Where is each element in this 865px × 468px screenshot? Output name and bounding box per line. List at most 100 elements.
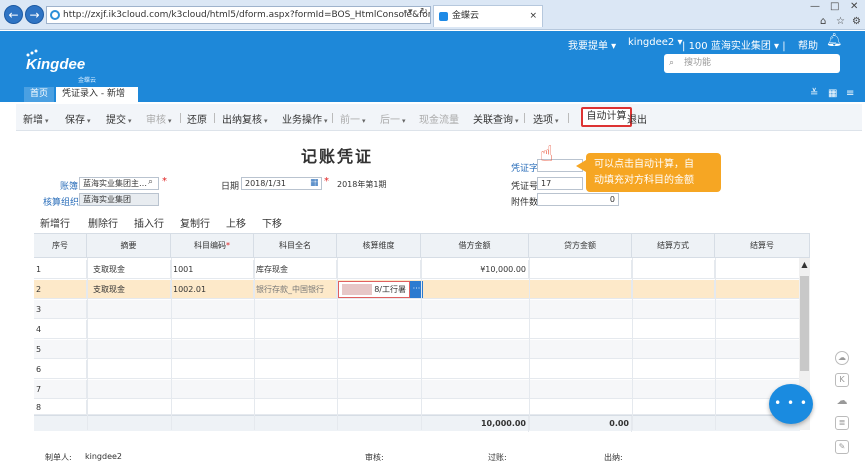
tab-voucher-entry-label: 凭证录入 - 新增 (62, 89, 125, 99)
voucher-no-field[interactable]: 17 (537, 177, 583, 190)
tab-close-icon[interactable]: × (529, 6, 537, 26)
callout-line: 动填充对方科目的金额 (594, 175, 694, 186)
close-window-icon[interactable]: ✕ (850, 1, 858, 12)
settings-icon[interactable]: ⚙ (852, 16, 861, 27)
toolbar-divider (524, 113, 525, 123)
column-header[interactable]: 结算方式 (632, 234, 715, 258)
delete-row-button[interactable]: 删除行 (88, 215, 118, 230)
function-search-input[interactable]: ⌕ 搜功能 (664, 54, 840, 73)
org-menu[interactable]: | 100 蓝海实业集团 ▾ | (682, 37, 786, 52)
cash-flow-button[interactable]: 现金流量 (419, 111, 459, 126)
kingdee-favicon-icon (439, 12, 448, 21)
link-query-button[interactable]: 关联查询 ▾ (473, 111, 519, 126)
tab-voucher-entry[interactable]: 凭证录入 - 新增× (56, 87, 138, 114)
edit-note-icon[interactable]: ✎ (835, 440, 849, 454)
submit-button[interactable]: 提交 ▾ (106, 111, 132, 126)
address-bar[interactable]: http://zxjf.ik3cloud.com/k3cloud/html5/d… (46, 6, 431, 24)
toolbar-divider (332, 113, 333, 123)
home-icon[interactable]: ⌂ (820, 16, 826, 27)
column-header[interactable]: 科目编码* (171, 234, 254, 258)
business-ops-button[interactable]: 业务操作 ▾ (282, 111, 328, 126)
tooltip-callout: 可以点击自动计算，自 动填充对方科目的金额 (586, 153, 721, 192)
column-header[interactable]: 结算号 (715, 234, 810, 258)
required-mark: * (162, 176, 167, 187)
cloud-service-icon[interactable]: ☁ (835, 351, 849, 365)
cashier-label: 出纳: (604, 453, 623, 462)
column-header[interactable]: 序号 (34, 234, 87, 258)
browser-toolbar: ← → http://zxjf.ik3cloud.com/k3cloud/htm… (0, 0, 865, 30)
cashier-review-button[interactable]: 出纳复核 ▾ (222, 111, 268, 126)
database-icon[interactable]: ≣ (835, 416, 849, 430)
search-dropdown-icon[interactable]: ⌕▾ (403, 7, 413, 17)
issue-link[interactable]: 我要提单 ▾ (568, 37, 616, 52)
attach-label: 附件数 (511, 198, 539, 208)
scrollbar-thumb[interactable] (800, 276, 809, 371)
attach-count-field[interactable]: 0 (537, 193, 619, 206)
auto-calculate-button[interactable]: 自动计算 (581, 107, 632, 127)
callout-line: 可以点击自动计算，自 (594, 159, 694, 170)
cloud-icon[interactable]: ☁ (835, 395, 849, 409)
user-menu[interactable]: kingdee2 ▾ (628, 37, 682, 48)
maximize-icon[interactable]: □ (830, 1, 839, 12)
logo-text: Kingdee (26, 56, 86, 73)
scroll-up-icon[interactable]: ▲ (799, 260, 810, 269)
audit-button[interactable]: 审核 ▾ (146, 111, 172, 126)
grid-lines (87, 258, 716, 430)
help-link[interactable]: 帮助 (798, 37, 818, 52)
next-button[interactable]: 后一 ▾ (380, 111, 406, 126)
browser-tab[interactable]: 金蝶云 × (433, 5, 543, 27)
page: ← → http://zxjf.ik3cloud.com/k3cloud/htm… (0, 0, 865, 468)
prev-button[interactable]: 前一 ▾ (340, 111, 366, 126)
grid-menu-icon[interactable]: ▦ (828, 88, 837, 99)
add-row-button[interactable]: 新增行 (40, 215, 70, 230)
page-tabs: 首页 凭证录入 - 新增× ≚ ▦ ≡ (0, 87, 865, 114)
forward-icon[interactable]: → (25, 5, 44, 24)
calendar-icon[interactable]: ▦ (310, 178, 319, 188)
book-field[interactable]: 蓝海实业集团主… (79, 177, 159, 190)
list-menu-icon[interactable]: ≡ (846, 88, 854, 99)
chat-assistant-button[interactable]: • • • • (769, 384, 813, 448)
save-button[interactable]: 保存 ▾ (65, 111, 91, 126)
auditor-label: 审核: (365, 453, 384, 462)
copy-row-button[interactable]: 复制行 (180, 215, 210, 230)
callout-tail (576, 160, 586, 172)
column-header[interactable]: 科目全名 (254, 234, 337, 258)
address-url: http://zxjf.ik3cloud.com/k3cloud/html5/d… (63, 10, 431, 20)
page-title: 记账凭证 (301, 147, 374, 166)
exit-button[interactable]: 退出 (627, 111, 647, 126)
restore-button[interactable]: 还原 (187, 111, 207, 126)
pointing-hand-icon: ☝ (540, 142, 554, 167)
date-label: 日期 (221, 182, 240, 192)
favorites-icon[interactable]: ☆ (836, 16, 845, 27)
lookup-search-icon[interactable]: ⌕ (148, 177, 153, 187)
voucher-no-label: 凭证号 (511, 182, 539, 192)
toolbar-divider (568, 113, 569, 123)
maker-value: kingdee2 (85, 452, 123, 461)
logo-subtext: 金蝶云 (78, 77, 97, 84)
move-down-button[interactable]: 下移 (262, 215, 282, 230)
bell-icon[interactable]: 🔔︎ (826, 33, 843, 48)
column-header[interactable]: 借方金额 (421, 234, 529, 258)
collapse-icon[interactable]: ≚ (810, 88, 818, 99)
column-header[interactable]: 贷方金额 (529, 234, 632, 258)
org-label: 核算组织 (43, 198, 80, 208)
ie-icon (50, 10, 60, 20)
options-button[interactable]: 选项 ▾ (533, 111, 559, 126)
period-text: 2018年第1期 (337, 180, 387, 189)
column-header[interactable]: 核算维度 (337, 234, 421, 258)
insert-row-button[interactable]: 插入行 (134, 215, 164, 230)
required-mark: * (324, 176, 329, 187)
minimize-icon[interactable]: — (810, 1, 820, 12)
toolbar-divider (214, 113, 215, 123)
tab-home[interactable]: 首页 (24, 87, 55, 102)
move-up-button[interactable]: 上移 (226, 215, 246, 230)
column-header[interactable]: 摘要 (87, 234, 171, 258)
refresh-icon[interactable]: ↻ (420, 7, 428, 17)
k-app-icon[interactable]: K (835, 373, 849, 387)
search-icon: ⌕ (669, 58, 675, 68)
back-icon[interactable]: ← (4, 5, 23, 24)
new-button[interactable]: 新增 ▾ (23, 111, 49, 126)
grid-header: 序号 摘要 科目编码* 科目全名 核算维度 借方金额 贷方金额 结算方式 结算号 (34, 233, 810, 258)
org-field: 蓝海实业集团 (79, 193, 159, 206)
maker-label: 制单人: (45, 453, 72, 462)
